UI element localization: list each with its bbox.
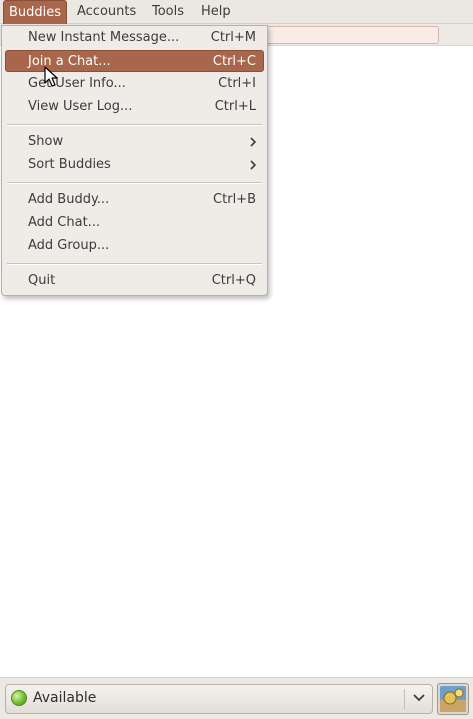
menu-tools[interactable]: Tools xyxy=(147,0,189,24)
menu-item-accel: Ctrl+M xyxy=(210,30,256,45)
menu-item-label: Join a Chat... xyxy=(28,54,111,69)
menu-help[interactable]: Help xyxy=(196,0,236,24)
menu-item-add-group[interactable]: Add Group... xyxy=(5,235,264,257)
menu-item-label: Show xyxy=(28,134,64,149)
menu-separator xyxy=(7,124,262,126)
menu-item-label: New Instant Message... xyxy=(28,30,180,45)
menu-item-accel: Ctrl+B xyxy=(213,192,256,207)
menu-item-label: Add Chat... xyxy=(28,215,101,230)
menu-item-label: Quit xyxy=(28,273,56,288)
chevron-right-icon xyxy=(250,137,257,147)
menu-item-accel: Ctrl+C xyxy=(212,54,256,69)
menu-tools-label: Tools xyxy=(152,4,185,19)
menu-item-label: Add Buddy... xyxy=(28,192,110,207)
menu-separator xyxy=(7,182,262,184)
menu-buddies[interactable]: Buddies xyxy=(3,0,68,24)
menu-help-label: Help xyxy=(201,4,231,19)
menu-item-view-user-log[interactable]: View User Log... Ctrl+L xyxy=(5,96,264,118)
menu-item-add-chat[interactable]: Add Chat... xyxy=(5,212,264,234)
menu-item-add-buddy[interactable]: Add Buddy... Ctrl+B xyxy=(5,189,264,211)
chevron-down-icon[interactable] xyxy=(412,693,426,703)
menu-item-label: Get User Info... xyxy=(28,76,126,91)
menu-accounts-label: Accounts xyxy=(77,4,137,19)
buddy-search-input[interactable] xyxy=(262,26,439,44)
status-label: Available xyxy=(33,690,97,706)
menu-item-accel: Ctrl+L xyxy=(214,99,256,114)
menu-item-label: Sort Buddies xyxy=(28,157,111,172)
available-status-icon xyxy=(11,690,27,706)
menu-separator xyxy=(7,263,262,265)
mouse-pointer-icon xyxy=(44,66,58,87)
menu-item-show[interactable]: Show xyxy=(5,131,264,153)
menu-item-label: Add Group... xyxy=(28,238,110,253)
menu-accounts[interactable]: Accounts xyxy=(72,0,141,24)
buddies-dropdown-menu: New Instant Message... Ctrl+M Join a Cha… xyxy=(1,25,268,296)
menu-buddies-label: Buddies xyxy=(9,5,62,20)
menu-item-new-instant-message[interactable]: New Instant Message... Ctrl+M xyxy=(5,27,264,49)
menubar: Buddies Accounts Tools Help xyxy=(0,0,473,24)
buddy-avatar-icon xyxy=(440,686,466,712)
status-combo-divider xyxy=(404,689,405,709)
menu-item-quit[interactable]: Quit Ctrl+Q xyxy=(5,270,264,292)
menu-item-accel: Ctrl+I xyxy=(218,76,256,91)
menu-item-accel: Ctrl+Q xyxy=(211,273,256,288)
menu-item-sort-buddies[interactable]: Sort Buddies xyxy=(5,154,264,176)
buddy-icon-button[interactable] xyxy=(437,683,469,715)
menu-item-label: View User Log... xyxy=(28,99,133,114)
chevron-right-icon xyxy=(250,160,257,170)
